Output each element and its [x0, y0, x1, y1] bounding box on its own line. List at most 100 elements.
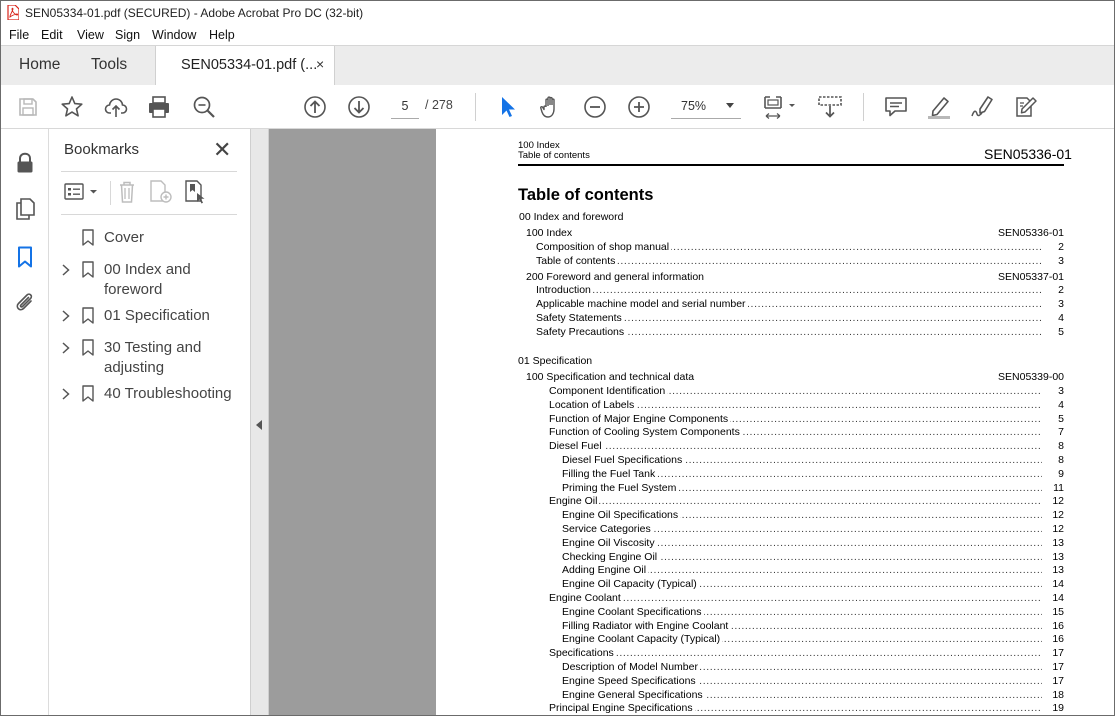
- fit-page-icon[interactable]: [762, 94, 798, 120]
- page-number-input[interactable]: 5: [391, 94, 419, 119]
- toc-entry-title: Introduction: [536, 284, 593, 296]
- close-panel-icon[interactable]: ✕: [213, 137, 231, 163]
- toc-entry[interactable]: Location of Labels......................…: [549, 398, 1064, 412]
- menu-file[interactable]: File: [9, 28, 29, 42]
- zoom-in-icon[interactable]: [626, 94, 652, 120]
- comment-icon[interactable]: [883, 94, 909, 120]
- bookmark-item-cover[interactable]: Cover: [49, 228, 249, 250]
- draw-signature-icon[interactable]: [969, 94, 995, 120]
- toc-entry[interactable]: Service Categories......................…: [562, 523, 1064, 536]
- tab-document[interactable]: SEN05334-01.pdf (... ×: [155, 46, 335, 86]
- toc-entry[interactable]: Engine Oil Specifications...............…: [562, 509, 1064, 522]
- chevron-right-icon[interactable]: [61, 263, 71, 277]
- lock-icon[interactable]: [13, 151, 37, 175]
- page-header-subsection: Table of contents: [518, 150, 590, 161]
- toc-entry[interactable]: Priming the Fuel System.................…: [562, 481, 1064, 495]
- toc-leader: ........................................…: [536, 284, 1042, 296]
- zoom-search-icon[interactable]: [191, 94, 217, 120]
- toc-entry[interactable]: Engine General Specifications...........…: [562, 688, 1064, 702]
- chevron-right-icon[interactable]: [61, 387, 71, 401]
- toc-entry[interactable]: Description of Model Number.............…: [562, 661, 1064, 674]
- toc-entry[interactable]: Safety Precautions .....................…: [536, 326, 1064, 339]
- toc-entry[interactable]: Diesel Fuel Specifications..............…: [562, 454, 1064, 467]
- toc-entry[interactable]: Checking Engine Oil.....................…: [562, 550, 1064, 564]
- hand-tool-icon[interactable]: [538, 94, 564, 120]
- toc-entry[interactable]: Engine Oil Viscosity....................…: [562, 536, 1064, 550]
- toc-entry[interactable]: Filling the Fuel Tank...................…: [562, 467, 1064, 481]
- toc-entry[interactable]: Safety Statements ......................…: [536, 312, 1064, 325]
- toc-entry[interactable]: Engine Oil Capacity (Typical)...........…: [562, 578, 1064, 591]
- bookmark-icon: [82, 307, 94, 324]
- print-icon[interactable]: [146, 94, 172, 120]
- menu-help[interactable]: Help: [209, 28, 235, 42]
- tab-bar: Home Tools SEN05334-01.pdf (... ×: [1, 45, 1114, 86]
- toc-entry[interactable]: Composition of shop manual .............…: [536, 241, 1064, 254]
- scroll-mode-icon[interactable]: [817, 94, 843, 120]
- collapse-panel-icon[interactable]: [256, 420, 262, 430]
- toc-entry[interactable]: Component Identification................…: [549, 385, 1064, 398]
- toc-entry[interactable]: Adding Engine Oil.......................…: [562, 564, 1064, 577]
- toc-entry-page: 19: [1052, 702, 1064, 715]
- delete-bookmark-icon[interactable]: [116, 179, 138, 205]
- bookmark-label: 00 Index and foreword: [104, 261, 191, 298]
- toc-group-code: SEN05339-00: [998, 371, 1064, 383]
- toc-entry[interactable]: Engine Speed Specifications.............…: [562, 674, 1064, 688]
- tab-tools[interactable]: Tools: [91, 56, 127, 74]
- toc-entry[interactable]: Applicable machine model and serial numb…: [536, 298, 1064, 311]
- main-toolbar: 5 / 278 75%: [1, 85, 1114, 129]
- chevron-right-icon[interactable]: [61, 341, 71, 355]
- next-page-icon[interactable]: [346, 94, 372, 120]
- panel-tools-divider: [110, 181, 111, 205]
- bookmark-item-specification[interactable]: 01 Specification: [49, 306, 249, 328]
- document-tab-label: SEN05334-01.pdf (...: [181, 57, 318, 73]
- toc-entry[interactable]: Specifications..........................…: [549, 647, 1064, 660]
- zoom-level-select[interactable]: 75%: [671, 94, 741, 119]
- attachments-icon[interactable]: [13, 290, 37, 314]
- toc-entry[interactable]: Engine Coolant Specifications...........…: [562, 605, 1064, 619]
- toc-entry-page: 13: [1052, 564, 1064, 577]
- bookmark-item-testing-and-adjusting[interactable]: 30 Testing and adjusting: [49, 338, 249, 380]
- toc-entry[interactable]: Engine Oil..............................…: [549, 495, 1064, 508]
- bookmarks-panel-icon[interactable]: [13, 245, 37, 269]
- bookmark-icon: [82, 229, 94, 246]
- edit-pdf-icon[interactable]: [1012, 94, 1038, 120]
- toc-entry[interactable]: Function of Major Engine Components.....…: [549, 412, 1064, 426]
- toc-entry[interactable]: Principal Engine Specifications.........…: [549, 702, 1064, 715]
- menu-sign[interactable]: Sign: [115, 28, 140, 42]
- previous-page-icon[interactable]: [302, 94, 328, 120]
- star-icon[interactable]: [59, 94, 85, 120]
- chevron-right-icon[interactable]: [61, 309, 71, 323]
- toc-entry-title: Table of contents: [536, 255, 618, 267]
- cloud-upload-icon[interactable]: [103, 94, 129, 120]
- bookmark-options-icon[interactable]: [64, 179, 100, 205]
- new-bookmark-icon[interactable]: [148, 179, 174, 205]
- toc-entry[interactable]: Table of contents ......................…: [536, 255, 1064, 268]
- find-bookmark-icon[interactable]: [183, 179, 209, 205]
- toc-entry-title: Engine Coolant: [549, 592, 623, 604]
- tab-home[interactable]: Home: [19, 56, 60, 74]
- toc-entry[interactable]: Diesel Fuel.............................…: [549, 440, 1064, 453]
- bookmark-label: 01 Specification: [104, 307, 210, 324]
- toc-entry[interactable]: Engine Coolant..........................…: [549, 592, 1064, 605]
- save-icon[interactable]: [15, 94, 41, 120]
- select-cursor-icon[interactable]: [495, 94, 521, 120]
- toc-entry[interactable]: Engine Coolant Capacity (Typical).......…: [562, 633, 1064, 646]
- toc-entry-page: 5: [1058, 412, 1064, 425]
- close-tab-icon[interactable]: ×: [316, 56, 324, 72]
- menu-edit[interactable]: Edit: [41, 28, 63, 42]
- menu-window[interactable]: Window: [152, 28, 196, 42]
- bookmark-label: 30 Testing and adjusting: [104, 339, 202, 376]
- toc-entry[interactable]: Filling Radiator with Engine Coolant....…: [562, 619, 1064, 633]
- zoom-out-icon[interactable]: [582, 94, 608, 120]
- toc-entry-title: Filling the Fuel Tank: [562, 467, 658, 480]
- highlight-pen-icon[interactable]: [926, 94, 952, 120]
- toc-entry[interactable]: Introduction ...........................…: [536, 284, 1064, 297]
- page-thumbnails-icon[interactable]: [13, 197, 37, 221]
- bookmark-item-troubleshooting[interactable]: 40 Troubleshooting: [49, 384, 249, 406]
- toc-entry[interactable]: Function of Cooling System Components...…: [549, 426, 1064, 439]
- menu-view[interactable]: View: [77, 28, 104, 42]
- bookmark-item-index-and-foreword[interactable]: 00 Index and foreword: [49, 260, 249, 302]
- panel-splitter[interactable]: [251, 129, 269, 715]
- toc-section-heading: 00 Index and foreword: [519, 211, 624, 223]
- toc-entry-title: Engine Oil Viscosity: [562, 536, 657, 549]
